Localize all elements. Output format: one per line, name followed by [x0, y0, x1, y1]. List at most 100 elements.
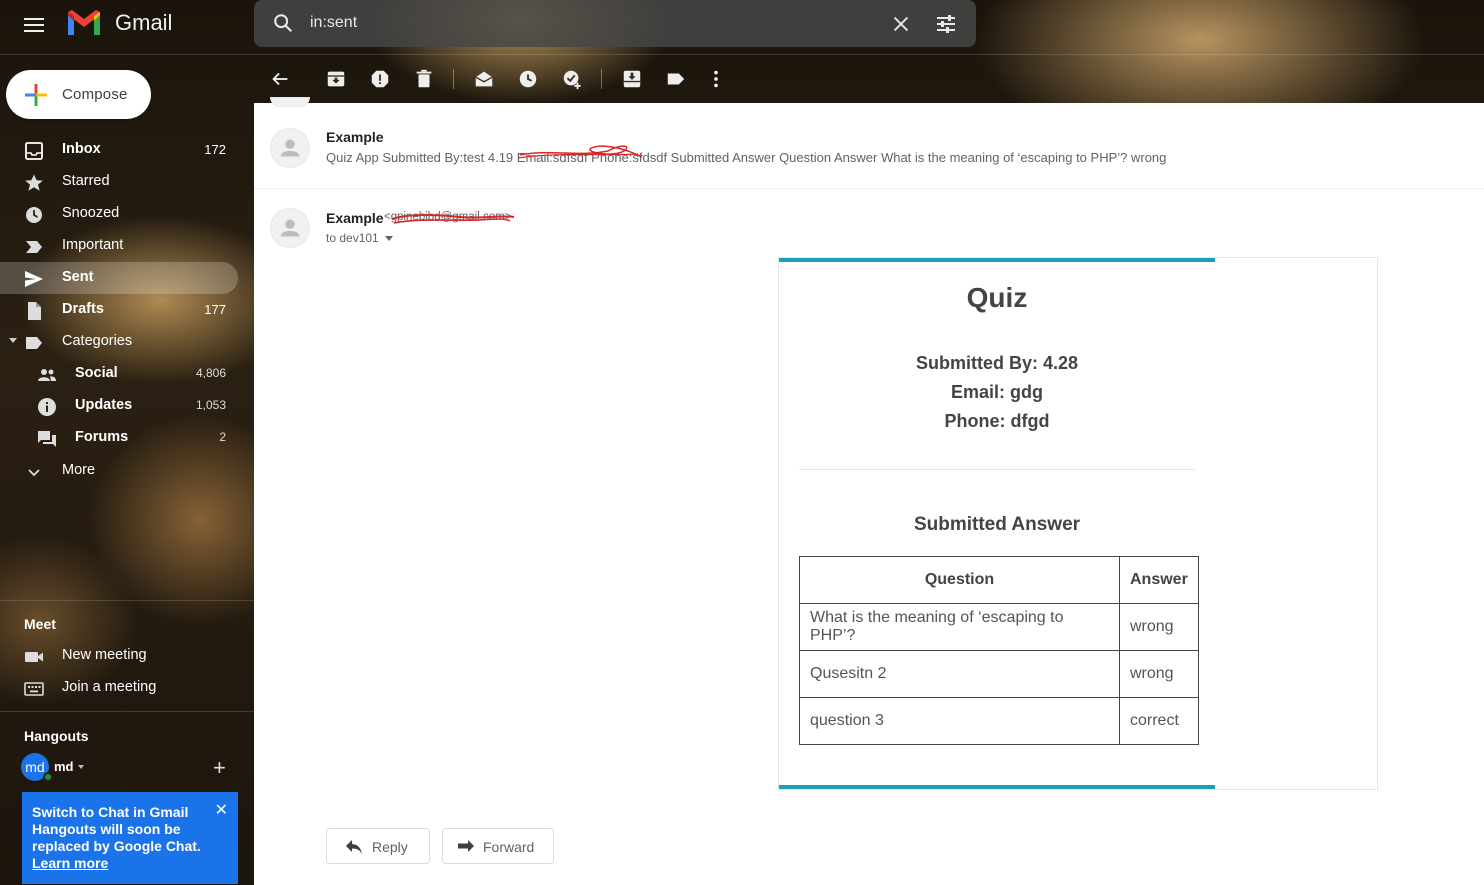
- sidebar-item-forums[interactable]: Forums 2: [0, 422, 238, 454]
- sidebar-item-label: Join a meeting: [62, 679, 157, 695]
- table-row: Qusesitn 2 wrong: [799, 650, 1199, 698]
- reply-button[interactable]: Reply: [326, 828, 430, 864]
- answers-title: Submitted Answer: [913, 514, 1081, 535]
- add-task-icon[interactable]: [561, 68, 583, 90]
- sidebar-item-starred[interactable]: Starred: [0, 166, 238, 198]
- reply-icon: [346, 840, 362, 854]
- submitted-by: Submitted By: 4.28: [915, 353, 1079, 373]
- menu-icon[interactable]: [22, 14, 46, 38]
- sidebar-item-important[interactable]: Important: [0, 230, 238, 262]
- unread-count: 2: [219, 430, 226, 444]
- gmail-logo-icon: [68, 10, 100, 35]
- keyboard-icon: [24, 682, 44, 696]
- chevron-down-icon[interactable]: [78, 765, 84, 769]
- sidebar-item-drafts[interactable]: Drafts 177: [0, 294, 238, 326]
- label-icon: [26, 337, 42, 349]
- email-body: Quiz Submitted By: 4.28 Email: gdg Phone…: [778, 257, 1378, 790]
- sidebar-item-join-meeting[interactable]: Join a meeting: [0, 672, 238, 704]
- chat-promo-banner: Switch to Chat in Gmail Hangouts will so…: [22, 792, 238, 884]
- search-input[interactable]: in:sent: [310, 14, 357, 32]
- learn-more-link[interactable]: Learn more: [32, 855, 228, 872]
- clock-icon[interactable]: [517, 68, 539, 90]
- hangouts-user-name[interactable]: md: [54, 759, 74, 774]
- archive-icon[interactable]: [325, 68, 347, 90]
- sidebar-item-sent[interactable]: Sent: [0, 262, 238, 294]
- report-spam-icon[interactable]: [369, 68, 391, 90]
- sidebar-item-more[interactable]: More: [0, 455, 238, 487]
- answer-cell: wrong: [1119, 603, 1199, 651]
- compose-button[interactable]: Compose: [6, 70, 151, 119]
- avatar: [270, 128, 310, 168]
- submitter-email: Email: gdg: [950, 382, 1043, 402]
- arrow-back-icon[interactable]: [269, 68, 291, 90]
- sidebar-divider: [0, 600, 254, 601]
- column-header: Question: [799, 556, 1120, 604]
- sidebar-item-label: New meeting: [62, 647, 147, 663]
- avatar: [270, 208, 310, 248]
- question-cell: question 3: [799, 697, 1120, 745]
- unread-count: 1,053: [195, 398, 226, 412]
- draft-icon: [28, 302, 41, 320]
- sidebar-item-label: Updates: [75, 397, 133, 413]
- answer-cell: wrong: [1119, 650, 1199, 698]
- answer-cell: correct: [1119, 697, 1199, 745]
- videocam-icon: [25, 652, 43, 662]
- recipient-details[interactable]: to dev101: [326, 231, 393, 245]
- label-icon[interactable]: [665, 68, 687, 90]
- promo-body: Hangouts will soon be replaced by Google…: [32, 821, 201, 854]
- avatar: [270, 97, 310, 107]
- accent-bar: [779, 785, 1215, 789]
- more-vert-icon[interactable]: [705, 68, 727, 90]
- app-name[interactable]: Gmail: [115, 10, 172, 36]
- recipient-line: to dev101: [326, 231, 379, 245]
- section-divider: [799, 469, 1195, 470]
- forward-button[interactable]: Forward: [442, 828, 554, 864]
- sender-name: Example: [326, 129, 384, 145]
- quiz-title: Quiz: [966, 282, 1028, 313]
- move-to-icon[interactable]: [621, 68, 643, 90]
- star-icon: [25, 174, 43, 191]
- meet-heading: Meet: [24, 616, 56, 632]
- table-header-row: Question Answer: [799, 556, 1199, 604]
- plus-icon: [25, 84, 47, 106]
- message-divider: [254, 188, 1484, 189]
- sidebar-item-new-meeting[interactable]: New meeting: [0, 640, 238, 672]
- plus-icon[interactable]: +: [213, 757, 226, 779]
- tune-icon[interactable]: [934, 12, 958, 36]
- important-icon: [26, 241, 42, 253]
- sidebar-item-label: Categories: [62, 333, 133, 349]
- promo-title: Switch to Chat in Gmail: [32, 804, 189, 820]
- sidebar-divider: [0, 711, 254, 712]
- sidebar-item-social[interactable]: Social 4,806: [0, 358, 238, 390]
- hangouts-heading: Hangouts: [24, 728, 89, 744]
- reply-label: Reply: [372, 839, 408, 855]
- sidebar-item-updates[interactable]: Updates 1,053: [0, 390, 238, 422]
- forward-icon: [458, 840, 474, 852]
- question-cell: What is the meaning of ‘escaping to PHP’…: [799, 603, 1120, 651]
- chevron-down-icon[interactable]: [384, 236, 393, 242]
- sidebar-item-categories[interactable]: Categories: [0, 326, 238, 358]
- sidebar-item-label: Drafts: [62, 301, 104, 317]
- sidebar-item-label: Inbox: [62, 141, 101, 157]
- info-icon: [38, 398, 56, 416]
- expand-arrow-icon[interactable]: [9, 338, 17, 343]
- inbox-icon: [25, 142, 43, 160]
- sidebar-item-label: More: [62, 462, 96, 478]
- search-icon[interactable]: [272, 12, 294, 34]
- mark-unread-icon[interactable]: [473, 68, 495, 90]
- close-icon[interactable]: [890, 13, 912, 35]
- close-icon[interactable]: ✕: [215, 800, 228, 820]
- sidebar-item-inbox[interactable]: Inbox 172: [0, 134, 238, 166]
- message-view: Example Quiz App Submitted By:test 4.19 …: [254, 97, 1484, 885]
- sidebar-item-label: Social: [75, 365, 118, 381]
- column-header: Answer: [1119, 556, 1199, 604]
- search-bar[interactable]: in:sent: [254, 0, 976, 47]
- sidebar-item-label: Snoozed: [62, 205, 120, 221]
- unread-count: 4,806: [195, 366, 226, 380]
- sender-name[interactable]: Example: [326, 210, 384, 226]
- trash-icon[interactable]: [413, 68, 435, 90]
- accent-bar: [779, 258, 1215, 262]
- toolbar-divider: [453, 69, 454, 89]
- table-row: question 3 correct: [799, 697, 1199, 745]
- sidebar-item-snoozed[interactable]: Snoozed: [0, 198, 238, 230]
